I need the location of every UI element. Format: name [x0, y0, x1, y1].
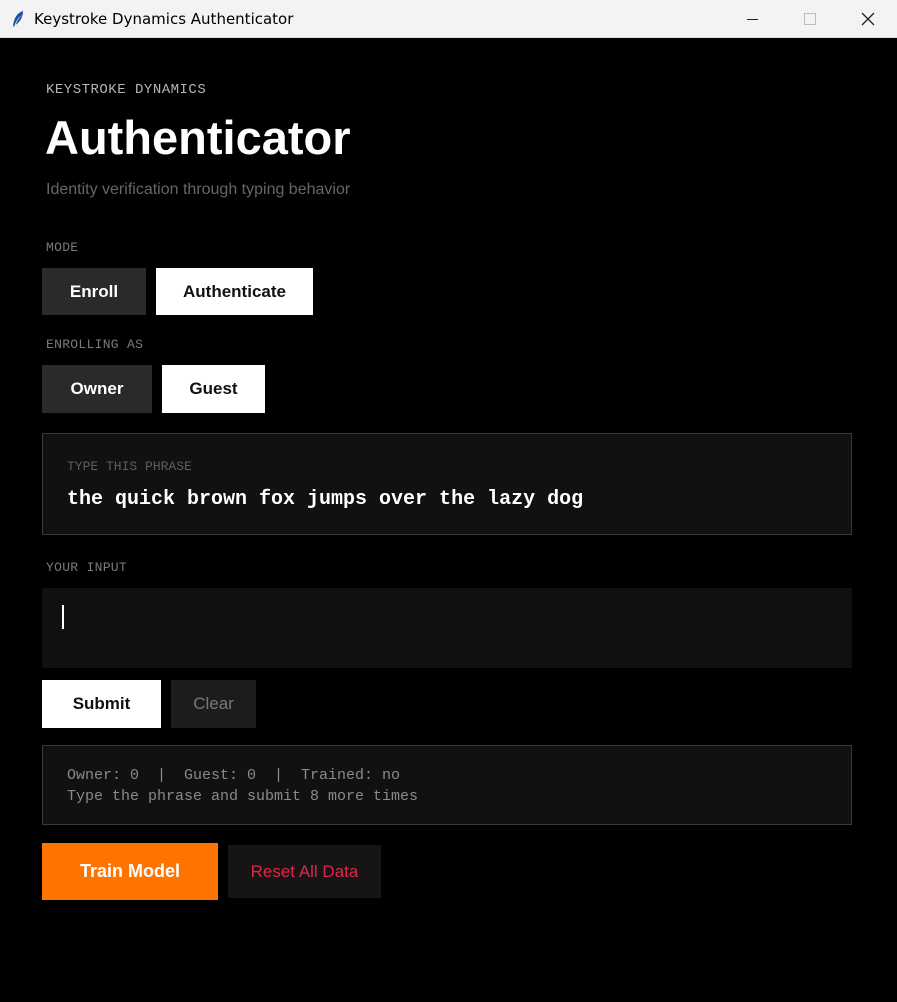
mode-label: MODE [46, 240, 79, 255]
clear-button[interactable]: Clear [171, 680, 256, 728]
reset-all-data-button[interactable]: Reset All Data [228, 845, 381, 898]
feather-icon [10, 10, 26, 27]
phrase-text: the quick brown fox jumps over the lazy … [67, 488, 584, 511]
eyebrow-label: KEYSTROKE DYNAMICS [46, 82, 207, 98]
maximize-icon[interactable] [781, 0, 839, 38]
window-title: Keystroke Dynamics Authenticator [34, 9, 294, 28]
main-content: KEYSTROKE DYNAMICS Authenticator Identit… [0, 38, 897, 1002]
status-message: Type the phrase and submit 8 more times [67, 788, 419, 805]
phrase-label: TYPE THIS PHRASE [67, 459, 192, 474]
mode-authenticate-button[interactable]: Authenticate [156, 268, 313, 315]
phrase-input[interactable] [42, 588, 852, 668]
minimize-icon[interactable] [723, 0, 781, 38]
status-counts: Owner: 0 | Guest: 0 | Trained: no [67, 767, 401, 784]
enrolling-as-label: ENROLLING AS [46, 337, 144, 352]
status-panel: Owner: 0 | Guest: 0 | Trained: no Type t… [42, 745, 852, 825]
phrase-panel: TYPE THIS PHRASE the quick brown fox jum… [42, 433, 852, 535]
enroll-guest-button[interactable]: Guest [162, 365, 265, 413]
train-model-button[interactable]: Train Model [42, 843, 218, 900]
window-controls [723, 0, 897, 38]
mode-enroll-button[interactable]: Enroll [42, 268, 146, 315]
page-title: Authenticator [45, 111, 351, 164]
input-label: YOUR INPUT [46, 560, 128, 575]
submit-button[interactable]: Submit [42, 680, 161, 728]
page-subtitle: Identity verification through typing beh… [46, 181, 351, 198]
text-caret [62, 605, 64, 629]
close-icon[interactable] [839, 0, 897, 38]
window-titlebar: Keystroke Dynamics Authenticator [0, 0, 897, 38]
enroll-owner-button[interactable]: Owner [42, 365, 152, 413]
